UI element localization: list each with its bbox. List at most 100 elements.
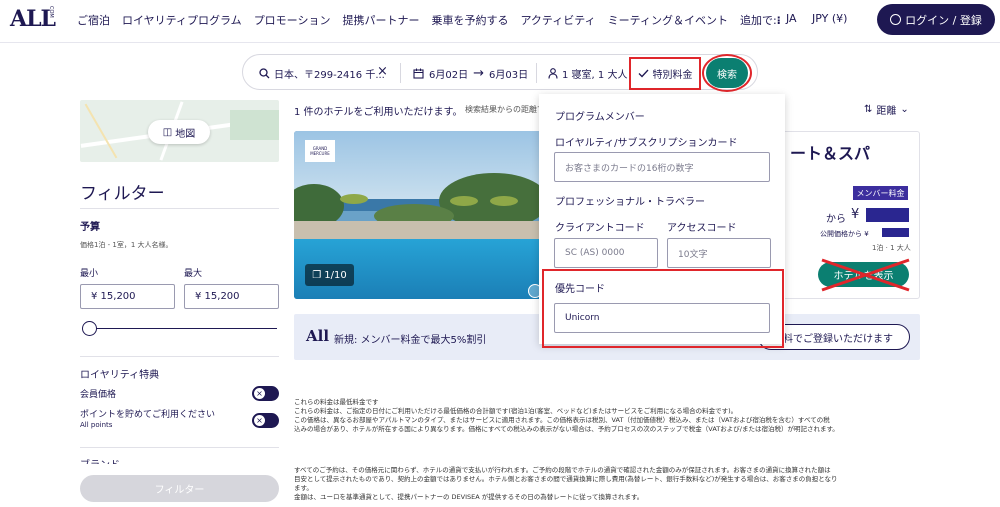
nav-item-rides[interactable]: 乗車を予約する: [431, 12, 508, 28]
nav-item-partners[interactable]: 提携パートナー: [342, 12, 419, 28]
max-price-input[interactable]: ¥ 15,200: [184, 284, 279, 309]
chevron-down-icon: ⌄: [900, 104, 909, 115]
disclaimer-line: 目安として提示されたものであり、契約上の金額ではありません。ホテル側とお客さまの…: [294, 475, 838, 483]
promo-text: 新規: メンバー料金で最大5%割引: [334, 335, 487, 346]
redacted-price: [866, 208, 909, 222]
rate-disclaimer: これらの料金は最低料金です これらの料金は、ご指定の日付にご利用いただける最低価…: [294, 398, 924, 434]
nav-item-activities[interactable]: アクティビティ: [520, 12, 595, 28]
user-icon: [890, 14, 902, 25]
sidebar-divider: [80, 208, 279, 209]
loyalty-card-input[interactable]: お客さまのカードの16桁の数字: [554, 152, 770, 182]
check-in-date: 6月02日: [429, 70, 469, 81]
price-slider-handle[interactable]: [82, 321, 97, 336]
search-separator: [400, 63, 401, 83]
disclaimer-line: この価格は、異なるお部屋やアパルトマンのタイプ、またはサービスに適用されます。こ…: [294, 416, 830, 424]
results-count: 1 件のホテルをご利用いただけます。: [294, 107, 463, 118]
client-code-input[interactable]: SC (AS) 0000: [554, 238, 658, 268]
toggle-x-icon: ×: [254, 388, 265, 399]
all-promo-logo: All: [306, 327, 330, 345]
access-code-label: アクセスコード: [667, 223, 737, 234]
destination-value: 日本、〒299-2416 千...: [274, 70, 385, 81]
login-button[interactable]: ログイン / 登録: [877, 4, 995, 35]
nav-item-meetings[interactable]: ミーティング＆イベント: [608, 12, 728, 28]
destination-field[interactable]: 日本、〒299-2416 千...: [259, 66, 385, 81]
check-out-date: 6月03日: [489, 70, 529, 81]
nav-more-label: 追加で:: [739, 14, 777, 27]
filter-title: フィルター: [80, 184, 165, 204]
search-icon: [259, 68, 270, 79]
sidebar-divider: [80, 447, 279, 448]
public-price-label: 公開価格から ¥: [820, 230, 869, 238]
map-icon: ◫: [162, 126, 173, 138]
calendar-icon: [413, 68, 424, 79]
toggle-x-icon: ×: [254, 415, 265, 426]
all-points-label: All points: [80, 421, 113, 429]
per-night-note: 1泊 · 1 大人: [872, 244, 911, 252]
sort-dropdown[interactable]: ⇅ 距離 ⌄: [864, 102, 909, 117]
currency-selector[interactable]: JPY (¥): [812, 12, 847, 25]
nav-item-more[interactable]: 追加で:⁝: [740, 12, 781, 28]
disclaimer-line: すべてのご予約は、その価格元に関わらず、ホテルの通貨で支払いが行われます。ご予約…: [294, 466, 831, 474]
annotation-circle: [702, 54, 752, 92]
logo-com-suffix: COM: [48, 6, 54, 18]
language-selector[interactable]: JA: [786, 12, 797, 25]
preferred-code-label: 優先コード: [555, 284, 605, 295]
loyalty-card-label: ロイヤルティ/サブスクリプションカード: [555, 138, 738, 149]
min-price-label: 最小: [80, 269, 99, 279]
max-price-label: 最大: [184, 269, 203, 279]
header-divider: [0, 42, 1000, 43]
nav-item-loyalty[interactable]: ロイヤリティプログラム: [122, 12, 242, 28]
gallery-icon: ❐: [312, 269, 322, 281]
preferred-code-input[interactable]: Unicorn: [554, 303, 770, 333]
price-slider-track[interactable]: [88, 328, 277, 329]
rooms-guests-field[interactable]: 1 寝室, 1 大人: [548, 66, 627, 81]
access-code-input[interactable]: 10文字: [667, 238, 771, 268]
nav-item-stays[interactable]: ご宿泊: [77, 12, 110, 28]
clear-destination-icon[interactable]: ×: [377, 64, 388, 79]
photo-counter[interactable]: ❐ 1/10: [305, 264, 354, 286]
professional-traveler-label: プロフェッショナル・トラベラー: [555, 197, 705, 208]
disclaimer-line: ます。: [294, 484, 313, 492]
disclaimer-line: 金額は、ユーロを基準通貨として、提携パートナーの DEVISEA が提供するその…: [294, 493, 644, 501]
apply-filter-button[interactable]: フィルター: [80, 475, 279, 502]
more-dots-icon: ⁝: [776, 14, 781, 27]
brand-label: ブランド: [80, 456, 120, 464]
points-toggle[interactable]: ×: [252, 413, 279, 428]
map-button[interactable]: ◫ 地図: [148, 120, 210, 144]
points-label: ポイントを貯めてご利用ください: [80, 410, 216, 420]
member-price-toggle[interactable]: ×: [252, 386, 279, 401]
map-label: 地図: [175, 128, 196, 140]
disclaimer-line: 込みの場合があり、ホテルが所在する国により異なります。価格にすべての税込みの表示…: [294, 425, 839, 433]
disclaimer-line: これらの料金は、ご指定の日付にご利用いただける最低価格の合計額です(宿泊1泊(客…: [294, 407, 738, 415]
currency-symbol: ¥: [851, 207, 860, 222]
person-icon: [548, 68, 558, 79]
loyalty-title: ロイヤリティ特典: [80, 370, 160, 381]
login-label: ログイン / 登録: [905, 13, 982, 27]
currency-disclaimer: すべてのご予約は、その価格元に関わらず、ホテルの通貨で支払いが行われます。ご予約…: [294, 466, 924, 502]
budget-note: 価格1泊 - 1室，1 大人名様。: [80, 241, 173, 249]
member-price-label: 会員価格: [80, 390, 117, 400]
min-price-input[interactable]: ¥ 15,200: [80, 284, 175, 309]
results-note: 検索結果からの距離で: [465, 105, 545, 114]
search-separator: [536, 63, 537, 83]
arrow-right-icon: →: [473, 66, 484, 81]
check-icon: [638, 69, 648, 78]
client-code-label: クライアントコード: [555, 223, 645, 234]
main-nav: ご宿泊 ロイヤリティプログラム プロモーション 提携パートナー 乗車を予約する …: [77, 12, 793, 28]
photo-count-label: 1/10: [324, 269, 347, 281]
special-rate-toggle[interactable]: 特別料金: [629, 57, 701, 90]
price-from-label: から: [826, 214, 846, 225]
nav-item-promotions[interactable]: プロモーション: [254, 12, 331, 28]
redacted-public-price: [882, 228, 909, 237]
sort-label: 距離: [876, 106, 897, 117]
program-member-title: プログラムメンバー: [555, 112, 645, 123]
annotation-cross: [821, 258, 910, 292]
hotel-brand-logo: GRAND MERCURE: [305, 140, 335, 162]
special-rate-label: 特別料金: [652, 70, 693, 81]
member-rate-badge: メンバー料金: [853, 186, 908, 200]
budget-title: 予算: [80, 222, 100, 233]
disclaimer-line: これらの料金は最低料金です: [294, 398, 379, 406]
sort-icon: ⇅: [864, 104, 873, 115]
hotel-name[interactable]: ート＆スパ: [790, 140, 870, 164]
date-field[interactable]: 6月02日 → 6月03日: [413, 66, 528, 81]
